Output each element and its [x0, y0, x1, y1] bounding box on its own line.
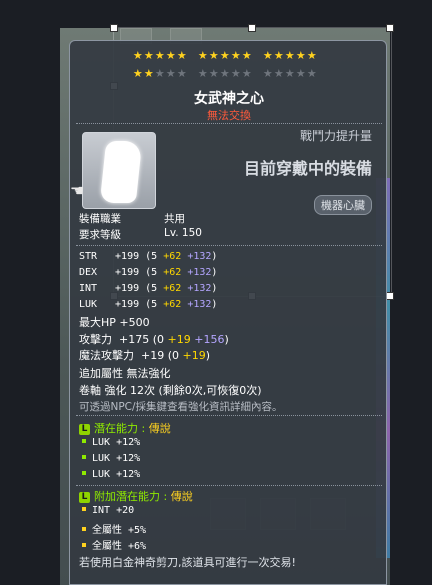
star-empty-icon: ★ — [306, 67, 317, 80]
star-empty-icon: ★ — [219, 67, 230, 80]
star-filled-icon: ★ — [154, 49, 165, 62]
resize-handle[interactable] — [386, 292, 394, 300]
level-row: 要求等級 Lv. 150 — [79, 227, 202, 242]
item-tooltip: ★ ★ ★ ★ ★ ★ ★ ★ ★ ★ ★ ★ ★ ★ ★ ★ ★ ★ ★ ★ ★ ★ ★ ★ ★ ★ ★ ★ ★ ★ 女武神之心 無法… — [69, 40, 387, 585]
legendary-icon: L — [79, 424, 90, 435]
stat-row: LUK +199 (5 +62 +132) — [79, 299, 218, 310]
star-filled-icon: ★ — [143, 49, 154, 62]
scissors-hint: 若使用白金神奇剪刀,該道具可進行一次交易! — [79, 556, 296, 569]
star-filled-icon: ★ — [208, 49, 219, 62]
item-icon — [82, 132, 156, 209]
job-value: 共用 — [164, 213, 185, 225]
star-filled-icon: ★ — [165, 49, 176, 62]
star-group: ★ ★ ★ ★ ★ — [197, 50, 252, 62]
star-filled-icon: ★ — [284, 49, 295, 62]
potential-line: 全屬性 +5% — [82, 521, 146, 536]
star-empty-icon: ★ — [295, 67, 306, 80]
star-empty-icon: ★ — [154, 67, 165, 80]
star-empty-icon: ★ — [241, 67, 252, 80]
level-label: 要求等級 — [79, 229, 121, 241]
potential-line: LUK +12% — [82, 453, 140, 464]
star-filled-icon: ★ — [273, 49, 284, 62]
machine-heart-badge: 機器心臟 — [314, 195, 372, 215]
job-label: 裝備職業 — [79, 213, 121, 225]
bullet-icon — [82, 455, 86, 459]
star-empty-icon: ★ — [273, 67, 284, 80]
bonus-potential-title: L 附加潛在能力 : 傳說 — [79, 488, 193, 504]
power-increase-label: 戰鬥力提升量 — [299, 129, 372, 143]
star-filled-icon: ★ — [241, 49, 252, 62]
star-group: ★ ★ ★ ★ ★ — [132, 68, 187, 80]
star-force-row: ★ ★ ★ ★ ★ ★ ★ ★ ★ ★ ★ ★ ★ ★ ★ — [70, 50, 386, 62]
scroll-line: 卷軸 強化 12次 (剩餘0次,可恢復0次) — [79, 384, 262, 397]
job-row: 裝備職業 共用 — [79, 211, 185, 226]
hp-line: 最大HP +500 — [79, 316, 150, 329]
star-filled-icon: ★ — [143, 67, 154, 80]
star-filled-icon: ★ — [306, 49, 317, 62]
star-empty-icon: ★ — [262, 67, 273, 80]
legendary-icon: L — [79, 492, 90, 503]
attack-line: 攻擊力 +175 (0 +19 +156) — [79, 333, 229, 346]
star-group: ★ ★ ★ ★ ★ — [262, 68, 317, 80]
bullet-icon — [82, 527, 86, 531]
star-empty-icon: ★ — [208, 67, 219, 80]
magic-attack-line: 魔法攻擊力 +19 (0 +19) — [79, 349, 211, 362]
star-filled-icon: ★ — [132, 49, 143, 62]
stat-row: INT +199 (5 +62 +132) — [79, 283, 218, 294]
npc-hint-line: 可透過NPC/採集鍵查看強化資訊詳細內容。 — [79, 401, 283, 413]
stat-row: STR +199 (5 +62 +132) — [79, 251, 218, 262]
item-image-redacted — [99, 141, 143, 203]
potential-line: INT +20 — [82, 505, 134, 516]
trade-restriction: 無法交換 — [207, 109, 251, 122]
divider — [76, 245, 382, 246]
star-filled-icon: ★ — [197, 49, 208, 62]
star-empty-icon: ★ — [165, 67, 176, 80]
bullet-icon — [82, 439, 86, 443]
hand-cursor-icon: ☚ — [70, 181, 85, 200]
potential-line: 全屬性 +6% — [82, 537, 146, 552]
star-group: ★ ★ ★ ★ ★ — [132, 50, 187, 62]
item-name: 女武神之心 — [194, 91, 264, 107]
divider — [76, 123, 382, 124]
bullet-icon — [82, 543, 86, 547]
star-filled-icon: ★ — [262, 49, 273, 62]
star-empty-icon: ★ — [197, 67, 208, 80]
level-value: Lv. 150 — [164, 227, 202, 239]
extra-option-line: 追加屬性 無法強化 — [79, 367, 171, 380]
star-force-row: ★ ★ ★ ★ ★ ★ ★ ★ ★ ★ ★ ★ ★ ★ ★ — [70, 68, 386, 80]
star-group: ★ ★ ★ ★ ★ — [262, 50, 317, 62]
star-filled-icon: ★ — [230, 49, 241, 62]
star-empty-icon: ★ — [176, 67, 187, 80]
star-group: ★ ★ ★ ★ ★ — [197, 68, 252, 80]
bullet-icon — [82, 507, 86, 511]
star-filled-icon: ★ — [176, 49, 187, 62]
star-filled-icon: ★ — [295, 49, 306, 62]
potential-line: LUK +12% — [82, 469, 140, 480]
bullet-icon — [82, 471, 86, 475]
divider — [76, 415, 382, 416]
divider — [76, 485, 382, 486]
equipped-status: 目前穿戴中的裝備 — [243, 159, 372, 178]
resize-handle[interactable] — [248, 24, 256, 32]
potential-title: L 潛在能力 : 傳說 — [79, 420, 171, 436]
star-empty-icon: ★ — [230, 67, 241, 80]
stat-row: DEX +199 (5 +62 +132) — [79, 267, 218, 278]
star-filled-icon: ★ — [219, 49, 230, 62]
resize-handle[interactable] — [110, 24, 118, 32]
star-empty-icon: ★ — [284, 67, 295, 80]
potential-line: LUK +12% — [82, 437, 140, 448]
star-filled-icon: ★ — [132, 67, 143, 80]
resize-handle[interactable] — [386, 24, 394, 32]
